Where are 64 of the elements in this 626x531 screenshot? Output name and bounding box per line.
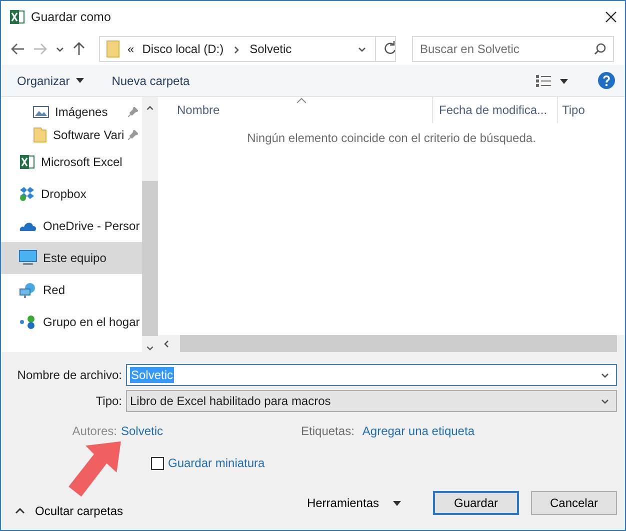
- sidebar-item[interactable]: OneDrive - Persor: [1, 210, 142, 242]
- chevron-up-icon: [15, 508, 25, 514]
- tags-label: Etiquetas:: [301, 424, 354, 438]
- address-bar[interactable]: « Disco local (D:) Solvetic: [98, 36, 396, 62]
- window-title: Guardar como: [31, 10, 112, 24]
- sidebar-item[interactable]: Este equipo: [1, 242, 142, 274]
- scroll-down-icon: [145, 344, 155, 352]
- monitor-icon: [19, 250, 37, 266]
- scroll-up-icon: [145, 104, 155, 113]
- authors-link[interactable]: Solvetic: [121, 424, 164, 438]
- chevron-down-icon: [356, 44, 367, 54]
- dropbox-icon: [19, 186, 35, 202]
- breadcrumb-item[interactable]: Disco local (D:): [142, 42, 224, 56]
- sidebar-item[interactable]: Imágenes: [1, 100, 142, 123]
- chevron-down-icon: [600, 370, 610, 380]
- network-icon: [19, 282, 37, 298]
- pin-icon: [128, 130, 138, 140]
- authors-label: Autores:: [71, 424, 118, 438]
- organize-button[interactable]: Organizar: [17, 74, 84, 88]
- pin-icon: [128, 106, 138, 116]
- picture-icon: [33, 104, 49, 118]
- breadcrumb-overflow[interactable]: «: [128, 42, 134, 56]
- tools-button[interactable]: Herramientas: [300, 495, 407, 511]
- breadcrumb-item[interactable]: Solvetic: [250, 42, 292, 56]
- close-icon[interactable]: [605, 11, 617, 23]
- column-header[interactable]: Tipo: [558, 97, 618, 123]
- vertical-scrollbar[interactable]: [142, 97, 158, 352]
- save-button[interactable]: Guardar: [433, 491, 519, 515]
- column-header[interactable]: Nombre: [158, 97, 433, 123]
- search-icon[interactable]: [594, 43, 606, 55]
- search-field[interactable]: Buscar en Solvetic: [412, 36, 614, 62]
- thumbnail-checkbox[interactable]: [151, 456, 164, 470]
- sidebar-item[interactable]: Red: [1, 274, 142, 306]
- homegroup-icon: [19, 315, 37, 329]
- chevron-down-icon: [54, 44, 65, 54]
- back-arrow-icon[interactable]: [11, 43, 25, 55]
- folder-icon: [106, 40, 120, 58]
- column-header[interactable]: Fecha de modifica...: [433, 97, 558, 123]
- sidebar-item[interactable]: Grupo en el hogar: [1, 306, 142, 338]
- hide-folders-button[interactable]: Ocultar carpetas: [15, 504, 301, 518]
- add-tag-link[interactable]: Agregar una etiqueta: [362, 424, 474, 438]
- sidebar-item[interactable]: Dropbox: [1, 178, 142, 210]
- empty-message: Ningún elemento coincide con el criterio de búsqueda.: [247, 131, 536, 145]
- help-icon[interactable]: [598, 72, 615, 89]
- excel-icon: [9, 9, 25, 25]
- folder-icon: [33, 126, 47, 142]
- up-arrow-icon[interactable]: [72, 42, 85, 56]
- view-options-icon[interactable]: [536, 74, 570, 86]
- sidebar-item[interactable]: Software Vari: [1, 123, 142, 146]
- sort-indicator-icon: [297, 98, 306, 103]
- save-thumbnail-label[interactable]: Guardar miniatura: [168, 456, 265, 470]
- sidebar-item[interactable]: Microsoft Excel: [1, 146, 142, 178]
- excel-icon: [19, 154, 35, 170]
- caret-icon: [393, 500, 401, 506]
- field-label: Nombre de archivo:: [16, 368, 123, 382]
- new-folder-button[interactable]: Nueva carpeta: [112, 74, 190, 88]
- file-type-dropdown[interactable]: Libro de Excel habilitado para macros: [126, 390, 617, 412]
- caret-icon: [76, 78, 84, 83]
- horizontal-scrollbar[interactable]: [158, 335, 625, 352]
- cloud-icon: [19, 220, 37, 232]
- field-label: Tipo:: [94, 394, 123, 408]
- cancel-button[interactable]: Cancelar: [531, 491, 617, 515]
- chevron-down-icon: [600, 396, 610, 406]
- refresh-icon[interactable]: [374, 37, 395, 61]
